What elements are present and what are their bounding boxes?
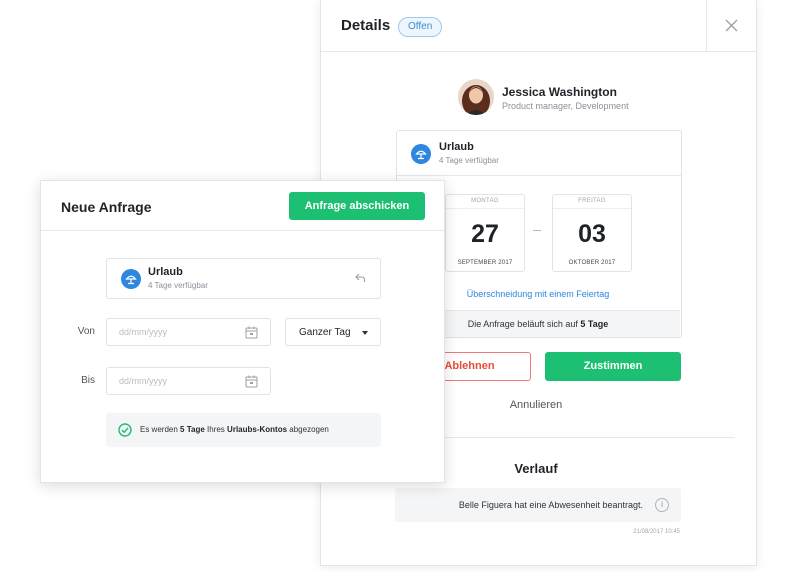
cancel-request-link[interactable]: Annulieren <box>476 399 596 411</box>
leave-type-title: Urlaub <box>439 141 474 153</box>
person-role: Product manager, Development <box>502 101 629 111</box>
to-date-placeholder: dd/mm/yyyy <box>119 376 168 386</box>
info-icon[interactable]: i <box>655 498 669 512</box>
start-month-year: SEPTEMBER 2017 <box>457 260 513 266</box>
deduction-days: 5 Tage <box>180 425 205 434</box>
end-day: 03 <box>578 220 606 248</box>
history-entry-text: Belle Figuera hat eine Abwesenheit beant… <box>458 500 643 510</box>
calendar-icon[interactable] <box>245 375 258 388</box>
from-label: Von <box>77 326 95 337</box>
calendar-icon[interactable] <box>245 326 258 339</box>
submit-request-button[interactable]: Anfrage abschicken <box>289 192 425 220</box>
leave-type-header: Urlaub 4 Tage verfügbar <box>397 131 681 176</box>
deduction-middle: Ihres <box>207 425 225 434</box>
start-date-card: MONTAG 27 SEPTEMBER 2017 <box>445 194 525 272</box>
leave-type-title: Urlaub <box>148 266 183 278</box>
section-divider <box>395 437 735 438</box>
duration-value: Ganzer Tag <box>299 327 351 338</box>
summary-amount: 5 Tage <box>580 319 609 329</box>
deduction-prefix: Es werden <box>140 425 178 434</box>
deduction-account: Urlaubs-Kontos <box>227 425 288 434</box>
deduction-suffix: abgezogen <box>289 425 329 434</box>
leave-type-availability: 4 Tage verfügbar <box>148 281 208 290</box>
leave-type-selector[interactable]: Urlaub 4 Tage verfügbar <box>106 258 381 299</box>
summary-prefix: Die Anfrage beläuft sich auf <box>467 319 578 329</box>
dropdown-caret-icon <box>362 331 368 335</box>
from-date-placeholder: dd/mm/yyyy <box>119 327 168 337</box>
leave-type-availability: 4 Tage verfügbar <box>439 156 499 165</box>
close-button[interactable] <box>706 0 756 52</box>
details-header: Details Offen <box>321 0 756 52</box>
new-request-title: Neue Anfrage <box>61 199 152 215</box>
history-title: Verlauf <box>514 461 558 476</box>
to-label: Bis <box>81 375 95 386</box>
beach-umbrella-icon <box>411 144 431 164</box>
approve-button[interactable]: Zustimmen <box>545 352 681 381</box>
details-title: Details <box>341 17 391 34</box>
end-date-card: FREITAG 03 OKTOBER 2017 <box>552 194 632 272</box>
start-weekday: MONTAG <box>446 195 524 209</box>
deduction-text: Es werden 5 Tage Ihres Urlaubs-Kontos ab… <box>140 425 329 434</box>
person-name: Jessica Washington <box>502 85 617 99</box>
check-circle-icon <box>118 423 132 437</box>
close-icon <box>725 19 738 32</box>
undo-icon[interactable] <box>355 273 366 283</box>
end-month-year: OKTOBER 2017 <box>568 260 616 266</box>
end-weekday: FREITAG <box>553 195 631 209</box>
date-range-dash <box>533 230 541 231</box>
avatar <box>458 79 494 115</box>
new-request-panel: Neue Anfrage Anfrage abschicken Urlaub 4… <box>40 180 445 483</box>
status-badge: Offen <box>398 17 443 37</box>
deduction-notice: Es werden 5 Tage Ihres Urlaubs-Kontos ab… <box>106 413 381 447</box>
history-timestamp: 21/08/2017 10:45 <box>633 529 680 535</box>
history-entry: Belle Figuera hat eine Abwesenheit beant… <box>395 488 681 522</box>
from-date-input[interactable]: dd/mm/yyyy <box>106 318 271 346</box>
new-request-header: Neue Anfrage Anfrage abschicken <box>41 181 444 231</box>
to-date-input[interactable]: dd/mm/yyyy <box>106 367 271 395</box>
beach-umbrella-icon <box>121 269 141 289</box>
start-day: 27 <box>471 220 499 248</box>
duration-select[interactable]: Ganzer Tag <box>285 318 381 346</box>
